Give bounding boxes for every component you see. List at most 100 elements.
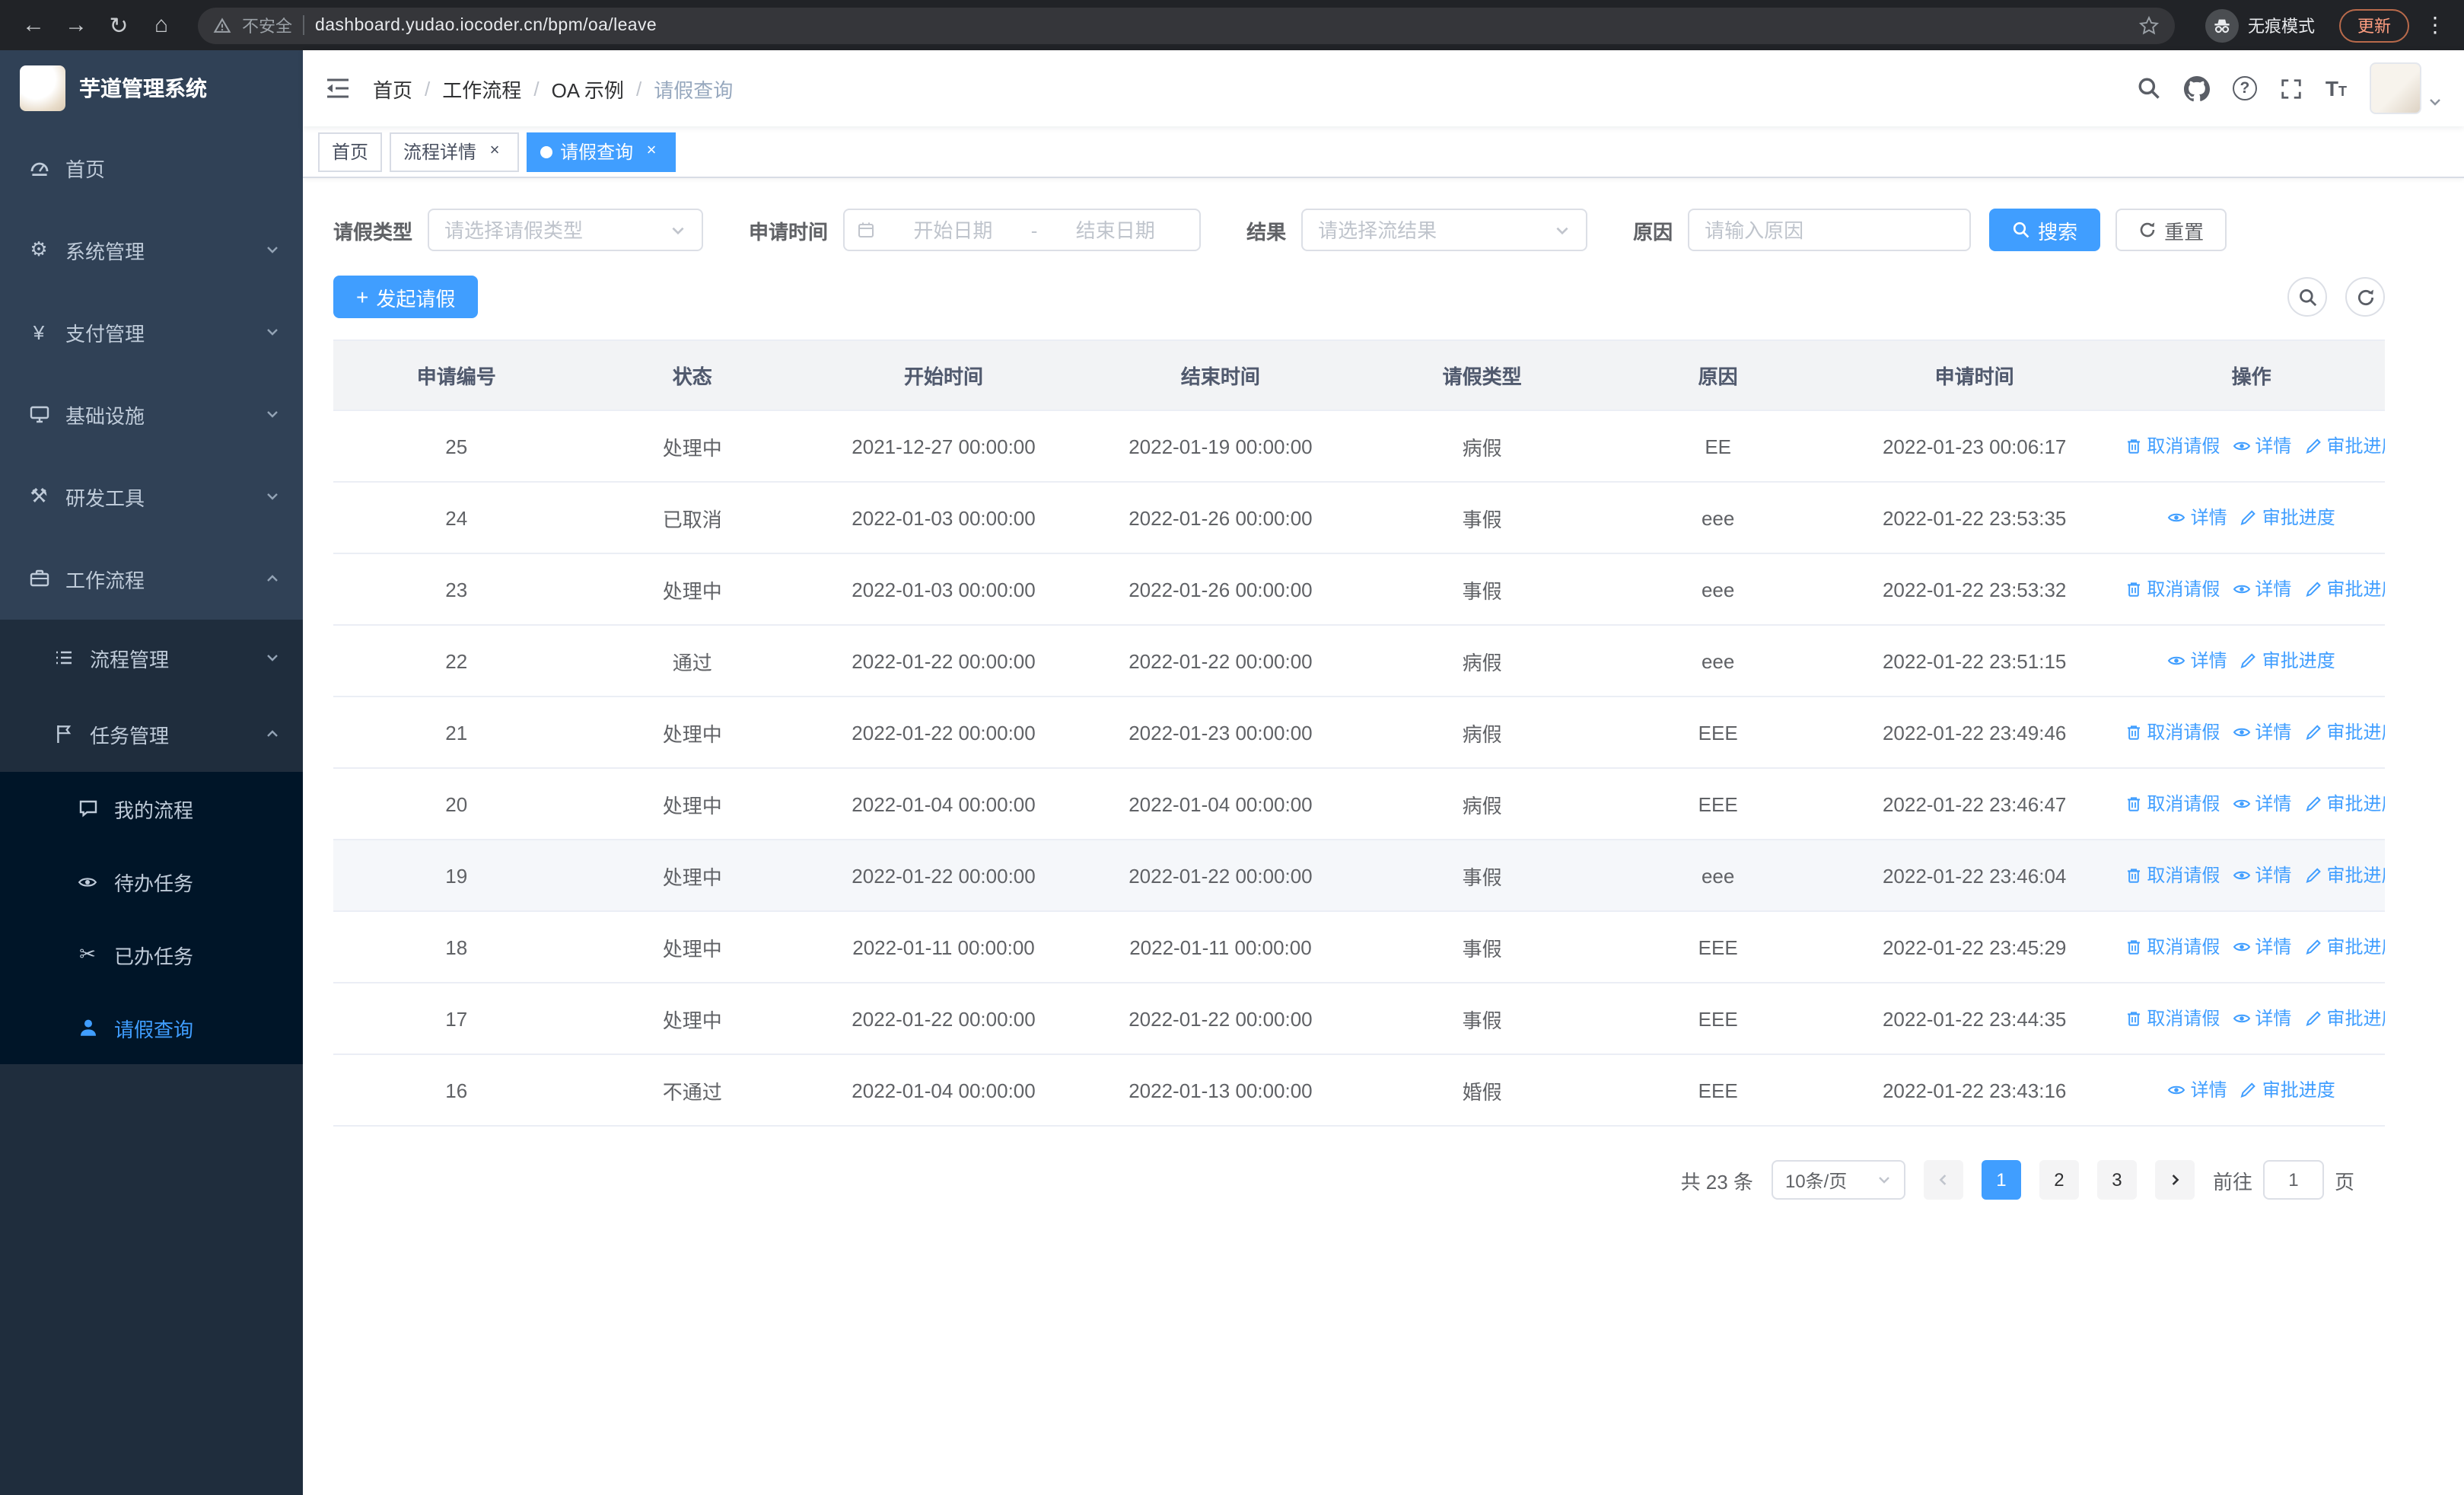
cell-reason: eee	[1605, 625, 1831, 697]
sidebar-item-system[interactable]: ⚙ 系统管理	[0, 209, 303, 291]
briefcase-icon	[26, 568, 52, 589]
cell-id: 24	[333, 482, 580, 554]
table-row: 21 处理中 2022-01-22 00:00:00 2022-01-23 00…	[333, 696, 2385, 769]
approval-progress-button[interactable]: 审批进度	[2240, 505, 2335, 531]
detail-button[interactable]: 详情	[2232, 934, 2291, 960]
cancel-leave-button[interactable]: 取消请假	[2124, 719, 2220, 745]
browser-forward-button[interactable]: →	[58, 7, 94, 43]
header-search-icon[interactable]	[2137, 76, 2161, 100]
prev-page-button[interactable]	[1923, 1160, 1963, 1200]
goto-page-input[interactable]	[2262, 1160, 2324, 1200]
cancel-leave-button[interactable]: 取消请假	[2124, 934, 2220, 960]
browser-update-button[interactable]: 更新	[2339, 8, 2409, 42]
detail-button[interactable]: 详情	[2232, 576, 2291, 602]
table-row: 25 处理中 2021-12-27 00:00:00 2022-01-19 00…	[333, 410, 2385, 483]
detail-button[interactable]: 详情	[2168, 1077, 2227, 1103]
cell-type: 事假	[1358, 983, 1606, 1055]
cancel-leave-button[interactable]: 取消请假	[2124, 791, 2220, 817]
detail-button[interactable]: 详情	[2232, 1006, 2291, 1031]
bookmark-star-icon[interactable]	[2138, 14, 2160, 36]
detail-button[interactable]: 详情	[2232, 862, 2291, 888]
col-id: 申请编号	[333, 339, 580, 411]
approval-progress-button[interactable]: 审批进度	[2303, 862, 2385, 888]
browser-menu-icon[interactable]: ⋮	[2421, 12, 2449, 38]
detail-button[interactable]: 详情	[2232, 791, 2291, 817]
table-row: 22 通过 2022-01-22 00:00:00 2022-01-22 00:…	[333, 625, 2385, 697]
sidebar-item-done-tasks[interactable]: ✂ 已办任务	[0, 918, 303, 991]
apply-time-range-picker[interactable]: -	[843, 209, 1202, 251]
close-tab-icon[interactable]: ×	[484, 141, 505, 162]
cancel-leave-button[interactable]: 取消请假	[2124, 433, 2220, 459]
approval-progress-button[interactable]: 审批进度	[2240, 1077, 2335, 1103]
end-date-input[interactable]	[1043, 218, 1188, 241]
toggle-search-button[interactable]	[2287, 277, 2327, 317]
sidebar-item-infrastructure[interactable]: 基础设施	[0, 373, 303, 455]
create-leave-button[interactable]: + 发起请假	[333, 276, 479, 318]
cell-reason: EEE	[1605, 983, 1831, 1055]
leave-type-select-input[interactable]	[444, 218, 661, 241]
result-select[interactable]	[1301, 209, 1588, 251]
browser-home-button[interactable]: ⌂	[143, 7, 180, 43]
result-select-input[interactable]	[1318, 218, 1546, 241]
sidebar-item-task-management[interactable]: 任务管理	[0, 696, 303, 772]
approval-progress-button[interactable]: 审批进度	[2303, 791, 2385, 817]
cell-reason: eee	[1605, 553, 1831, 626]
table-row: 18 处理中 2022-01-11 00:00:00 2022-01-11 00…	[333, 911, 2385, 983]
tab-leave-query[interactable]: 请假查询 ×	[527, 132, 676, 171]
sidebar-item-workflow[interactable]: 工作流程	[0, 537, 303, 620]
url-text[interactable]: dashboard.yudao.iocoder.cn/bpm/oa/leave	[315, 16, 657, 34]
refresh-table-button[interactable]	[2345, 277, 2385, 317]
cancel-leave-button[interactable]: 取消请假	[2124, 576, 2220, 602]
cancel-leave-button[interactable]: 取消请假	[2124, 1006, 2220, 1031]
sidebar-item-devtools[interactable]: ⚒ 研发工具	[0, 455, 303, 537]
address-bar[interactable]: 不安全 dashboard.yudao.iocoder.cn/bpm/oa/le…	[198, 7, 2175, 43]
cell-reason: EEE	[1605, 911, 1831, 983]
sidebar-item-leave-query[interactable]: 请假查询	[0, 991, 303, 1064]
tab-process-detail[interactable]: 流程详情 ×	[390, 132, 520, 171]
sidebar-item-todo-tasks[interactable]: 待办任务	[0, 845, 303, 918]
fullscreen-icon[interactable]	[2280, 77, 2303, 100]
reason-input[interactable]	[1705, 218, 1955, 241]
user-menu[interactable]	[2370, 62, 2443, 114]
table-row: 20 处理中 2022-01-04 00:00:00 2022-01-04 00…	[333, 768, 2385, 840]
detail-button[interactable]: 详情	[2232, 433, 2291, 459]
sidebar-item-payment[interactable]: ¥ 支付管理	[0, 291, 303, 373]
sidebar-item-my-processes[interactable]: 我的流程	[0, 772, 303, 845]
reason-input-box[interactable]	[1688, 209, 1972, 251]
page-size-select[interactable]: 10条/页	[1771, 1160, 1905, 1200]
start-date-input[interactable]	[881, 218, 1025, 241]
page-button-1[interactable]: 1	[1981, 1160, 2021, 1200]
cell-id: 23	[333, 553, 580, 626]
sidebar-collapse-icon[interactable]	[303, 50, 373, 126]
approval-progress-button[interactable]: 审批进度	[2303, 1006, 2385, 1031]
cell-end: 2022-01-04 00:00:00	[1081, 768, 1359, 840]
reset-button[interactable]: 重置	[2115, 209, 2227, 251]
breadcrumb-home[interactable]: 首页	[373, 74, 412, 103]
page-button-3[interactable]: 3	[2096, 1160, 2137, 1200]
approval-progress-button[interactable]: 审批进度	[2303, 433, 2385, 459]
browser-back-button[interactable]: ←	[15, 7, 52, 43]
sidebar-logo[interactable]: 芋道管理系统	[0, 50, 303, 126]
github-icon[interactable]	[2184, 75, 2210, 101]
approval-progress-button[interactable]: 审批进度	[2240, 648, 2335, 674]
leave-type-select[interactable]	[428, 209, 704, 251]
font-size-icon[interactable]: TT	[2326, 76, 2347, 100]
tab-home[interactable]: 首页	[318, 132, 383, 171]
not-secure-warning-icon	[213, 16, 231, 34]
page-button-2[interactable]: 2	[2039, 1160, 2079, 1200]
cancel-leave-button[interactable]: 取消请假	[2124, 862, 2220, 888]
browser-reload-button[interactable]: ↻	[100, 7, 137, 43]
sidebar-item-home[interactable]: 首页	[0, 126, 303, 209]
detail-button[interactable]: 详情	[2168, 648, 2227, 674]
approval-progress-button[interactable]: 审批进度	[2303, 719, 2385, 745]
approval-progress-button[interactable]: 审批进度	[2303, 576, 2385, 602]
detail-button[interactable]: 详情	[2168, 505, 2227, 531]
close-tab-icon[interactable]: ×	[641, 141, 662, 162]
detail-button[interactable]: 详情	[2232, 719, 2291, 745]
search-button[interactable]: 搜索	[1989, 209, 2101, 251]
help-icon[interactable]: ?	[2232, 76, 2257, 100]
approval-progress-button[interactable]: 审批进度	[2303, 934, 2385, 960]
cell-reason: eee	[1605, 482, 1831, 554]
next-page-button[interactable]	[2154, 1160, 2195, 1200]
sidebar-item-process-management[interactable]: 流程管理	[0, 620, 303, 696]
